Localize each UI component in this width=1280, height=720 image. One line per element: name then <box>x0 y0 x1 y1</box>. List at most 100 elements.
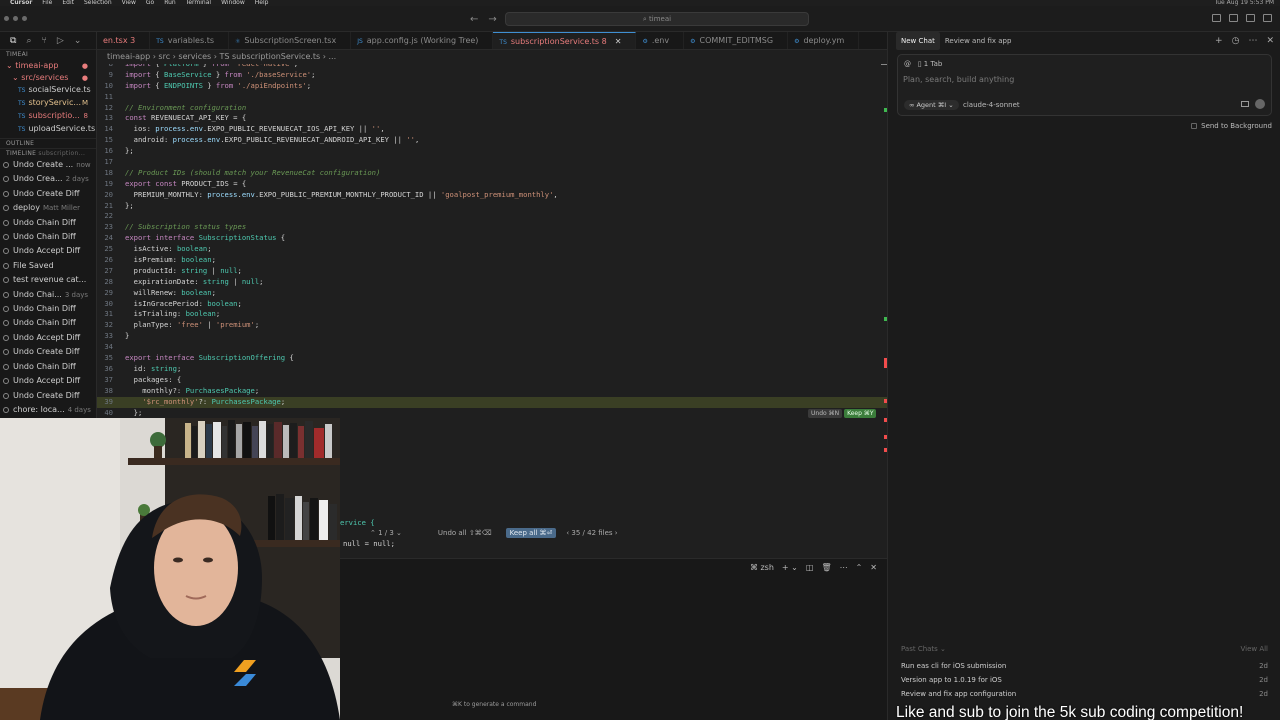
tab-review-chat[interactable]: Review and fix app <box>940 32 1017 50</box>
history-icon[interactable]: ◷ <box>1232 36 1240 46</box>
tab-7[interactable]: ⚙ deploy.ym <box>788 32 860 49</box>
code-line[interactable]: 14 ios: process.env.EXPO_PUBLIC_REVENUEC… <box>97 124 887 135</box>
timeline-section[interactable]: TIMELINE subscription... <box>0 148 96 158</box>
code-line[interactable]: 9 import { BaseService } from './baseServ… <box>97 70 887 81</box>
tab-6[interactable]: ⚙ COMMIT_EDITMSG <box>684 32 789 49</box>
code-line[interactable]: 15 android: process.env.EXPO_PUBLIC_REVE… <box>97 135 887 146</box>
code-line[interactable]: 35 export interface SubscriptionOffering … <box>97 353 887 364</box>
nav-arrows[interactable]: ← → <box>470 14 497 25</box>
timeline-item[interactable]: Undo Crea... 2 days <box>0 172 96 186</box>
code-line[interactable]: 29 willRenew: boolean; <box>97 288 887 299</box>
run-debug-icon[interactable]: ▷ <box>57 36 64 46</box>
explorer-root[interactable]: TIMEAI <box>0 50 96 60</box>
timeline-item[interactable]: File Saved <box>0 259 96 273</box>
past-chats-header[interactable]: Past Chats ⌄ <box>901 645 946 653</box>
code-line[interactable]: 33} <box>97 331 887 342</box>
timeline-item[interactable]: deploy Matt Miller <box>0 201 96 215</box>
outline-section[interactable]: OUTLINE <box>0 138 96 148</box>
timeline-item[interactable]: Undo Chai... 3 days <box>0 288 96 302</box>
tab-0[interactable]: en.tsx 3 <box>97 32 151 49</box>
past-chat-item[interactable]: Review and fix app configuration <box>901 690 1016 698</box>
past-chat-item[interactable]: Version app to 1.0.19 for iOS <box>901 676 1002 684</box>
timeline-item[interactable]: Undo Chain Diff <box>0 316 96 330</box>
diff-nav[interactable]: ⌃ 1 / 3 ⌄ <box>370 529 402 537</box>
timeline-item[interactable]: Undo Accept Diff <box>0 331 96 345</box>
file-pager[interactable]: ‹ 35 / 42 files › <box>566 529 617 537</box>
code-line[interactable]: 40 }; <box>97 408 887 419</box>
panel-toggle-icon[interactable] <box>1229 14 1238 22</box>
terminal-shell-tab[interactable]: ⌘ zsh <box>750 563 774 572</box>
search-icon[interactable]: ⌕ <box>26 36 31 46</box>
model-selector[interactable]: claude-4-sonnet <box>963 101 1020 109</box>
window-controls[interactable] <box>4 16 27 21</box>
code-line[interactable]: 22 <box>97 211 887 222</box>
timeline-item[interactable]: Undo Chain Diff <box>0 230 96 244</box>
files-icon[interactable]: ⧉ <box>10 36 16 46</box>
close-tab-icon[interactable]: ✕ <box>615 37 622 46</box>
back-arrow-icon[interactable]: ← <box>470 14 478 25</box>
context-chip[interactable]: @ ▯ 1 Tab <box>904 60 942 68</box>
close-icon[interactable]: ✕ <box>1266 36 1274 46</box>
tab-3[interactable]: JS app.config.js (Working Tree) <box>351 32 494 49</box>
layout-icon[interactable] <box>1263 14 1272 22</box>
more-icon[interactable]: ⋯ <box>840 563 848 572</box>
code-line[interactable]: 11 <box>97 92 887 103</box>
more-icon[interactable]: ⋯ <box>1248 36 1257 46</box>
timeline-item[interactable]: Undo Accept Diff <box>0 244 96 258</box>
secondary-sidebar-icon[interactable] <box>1246 14 1255 22</box>
send-button[interactable] <box>1255 99 1265 109</box>
send-to-background-toggle[interactable]: Send to Background <box>1191 122 1272 130</box>
code-line[interactable]: 37 packages: { <box>97 375 887 386</box>
code-line[interactable]: 17 <box>97 157 887 168</box>
file-item[interactable]: TS uploadService.ts <box>0 123 96 136</box>
undo-change-button[interactable]: Undo ⌘N <box>808 409 843 418</box>
code-editor[interactable]: 8import { Platform } from 'react-native'… <box>97 64 887 418</box>
forward-arrow-icon[interactable]: → <box>488 14 496 25</box>
code-line[interactable]: 39 '$rc_monthly'?: PurchasesPackage; <box>97 396 887 408</box>
file-item[interactable]: TS socialService.ts <box>0 84 96 97</box>
code-line[interactable]: 27 productId: string | null; <box>97 266 887 277</box>
tab-1[interactable]: TS variables.ts <box>150 32 229 49</box>
project-folder[interactable]: ⌄ timeai-app ● <box>0 60 96 72</box>
tab-new-chat[interactable]: New Chat <box>896 32 940 50</box>
tab-5[interactable]: ⚙ .env <box>636 32 685 49</box>
timeline-item[interactable]: chore: loca... 4 days <box>0 403 96 417</box>
checkbox-icon[interactable] <box>1191 123 1198 129</box>
code-line[interactable]: 24 export interface SubscriptionStatus { <box>97 233 887 244</box>
code-line[interactable]: 10 import { ENDPOINTS } from './apiEndpoi… <box>97 81 887 92</box>
code-line[interactable]: 23 // Subscription status types <box>97 222 887 233</box>
code-line[interactable]: 13 const REVENUECAT_API_KEY = { <box>97 113 887 124</box>
chevron-down-icon[interactable]: ⌄ <box>74 36 82 46</box>
image-icon[interactable] <box>1241 101 1249 107</box>
timeline-item[interactable]: test revenue cat... <box>0 273 96 287</box>
code-line[interactable]: 30 isInGracePeriod: boolean; <box>97 299 887 310</box>
source-control-icon[interactable]: ⑂ <box>41 36 46 46</box>
file-item[interactable]: TS storyServic... M <box>0 97 96 110</box>
sidebar-toggle-icon[interactable] <box>1212 14 1221 22</box>
timeline-item[interactable]: Undo Chain Diff <box>0 360 96 374</box>
timeline-item[interactable]: Undo Create Diff <box>0 345 96 359</box>
chevron-up-icon[interactable]: ⌃ <box>856 563 863 572</box>
code-line[interactable]: 28 expirationDate: string | null; <box>97 277 887 288</box>
code-line[interactable]: 32 planType: 'free' | 'premium'; <box>97 320 887 331</box>
layout-toggles[interactable] <box>1212 14 1272 22</box>
tab-2[interactable]: ⚛ SubscriptionScreen.tsx <box>229 32 352 49</box>
code-line[interactable]: 20 PREMIUM_MONTHLY: process.env.EXPO_PUB… <box>97 190 887 201</box>
code-line[interactable]: 36 id: string; <box>97 364 887 375</box>
view-all-link[interactable]: View All <box>1240 645 1268 653</box>
trash-icon[interactable]: 🗑 <box>821 563 831 572</box>
close-icon[interactable]: ✕ <box>870 563 877 572</box>
chat-composer[interactable]: @ ▯ 1 Tab Plan, search, build anything ∞… <box>897 54 1272 116</box>
code-line[interactable]: 31 isTrialing: boolean; <box>97 309 887 320</box>
timeline-item[interactable]: Undo Accept Diff <box>0 374 96 388</box>
code-line[interactable]: 19 export const PRODUCT_IDS = { <box>97 179 887 190</box>
plus-icon[interactable]: + <box>1215 36 1223 46</box>
split-terminal-icon[interactable]: ◫ <box>806 563 814 572</box>
code-line[interactable]: 34 <box>97 342 887 353</box>
services-folder[interactable]: ⌄ src/services ● <box>0 72 96 84</box>
timeline-item[interactable]: Undo Create Diff <box>0 389 96 403</box>
tab-4[interactable]: TS subscriptionService.ts 8 ✕ <box>493 32 637 49</box>
terminal-panel[interactable]: ⌘ zsh + ⌄ ◫ 🗑 ⋯ ⌃ ✕ ⌘K to generate a com… <box>340 558 887 720</box>
timeline-item[interactable]: Undo Create ... now <box>0 158 96 172</box>
new-terminal-icon[interactable]: + ⌄ <box>782 563 798 572</box>
